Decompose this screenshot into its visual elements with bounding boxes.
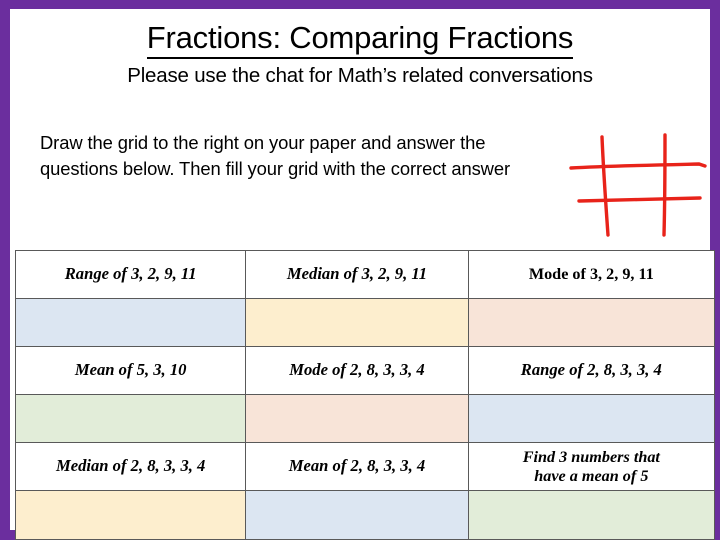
question-cell-mean-3: Mean of 2, 8, 3, 3, 4 bbox=[245, 442, 469, 491]
answer-cell-3[interactable] bbox=[467, 298, 716, 347]
question-line-1: Find 3 numbers that bbox=[522, 448, 660, 467]
question-cell-find-numbers: Find 3 numbers that have a mean of 5 bbox=[467, 442, 716, 491]
question-cell-range-2: Range of 2, 8, 3, 3, 4 bbox=[467, 346, 716, 395]
table-row: Mean of 5, 3, 10 Mode of 2, 8, 3, 3, 4 R… bbox=[14, 346, 716, 395]
question-line-2: have a mean of 5 bbox=[534, 466, 649, 485]
page-title: Fractions: Comparing Fractions bbox=[146, 20, 573, 59]
question-cell-mean-2: Mean of 5, 3, 10 bbox=[14, 346, 247, 395]
slide-canvas: Fractions: Comparing Fractions Please us… bbox=[10, 9, 716, 540]
table-row bbox=[14, 394, 716, 443]
table-row: Range of 3, 2, 9, 11 Median of 3, 2, 9, … bbox=[14, 250, 716, 299]
instructions-text: Draw the grid to the right on your paper… bbox=[40, 132, 511, 180]
title-block: Fractions: Comparing Fractions Please us… bbox=[10, 20, 710, 87]
answer-cell-5[interactable] bbox=[245, 394, 469, 443]
hand-drawn-red-grid-icon bbox=[565, 131, 710, 239]
page-subtitle: Please use the chat for Math’s related c… bbox=[127, 63, 593, 87]
question-cell-range-1: Range of 3, 2, 9, 11 bbox=[14, 250, 247, 299]
answer-cell-8[interactable] bbox=[245, 490, 469, 540]
slide-purple-frame: Fractions: Comparing Fractions Please us… bbox=[0, 0, 720, 540]
question-cell-mode-1: Mode of 3, 2, 9, 11 bbox=[467, 250, 716, 299]
table-row: Median of 2, 8, 3, 3, 4 Mean of 2, 8, 3,… bbox=[14, 442, 716, 491]
answer-cell-9[interactable] bbox=[467, 490, 716, 540]
question-cell-median-3: Median of 2, 8, 3, 3, 4 bbox=[14, 442, 247, 491]
question-cell-median-1: Median of 3, 2, 9, 11 bbox=[245, 250, 469, 299]
math-questions-table: Range of 3, 2, 9, 11 Median of 3, 2, 9, … bbox=[14, 250, 716, 540]
question-cell-mode-2: Mode of 2, 8, 3, 3, 4 bbox=[245, 346, 469, 395]
answer-cell-6[interactable] bbox=[467, 394, 716, 443]
table-row bbox=[14, 490, 716, 540]
table-row bbox=[14, 298, 716, 347]
answer-cell-7[interactable] bbox=[14, 490, 247, 540]
answer-cell-4[interactable] bbox=[14, 394, 247, 443]
answer-cell-2[interactable] bbox=[245, 298, 469, 347]
answer-cell-1[interactable] bbox=[14, 298, 247, 347]
